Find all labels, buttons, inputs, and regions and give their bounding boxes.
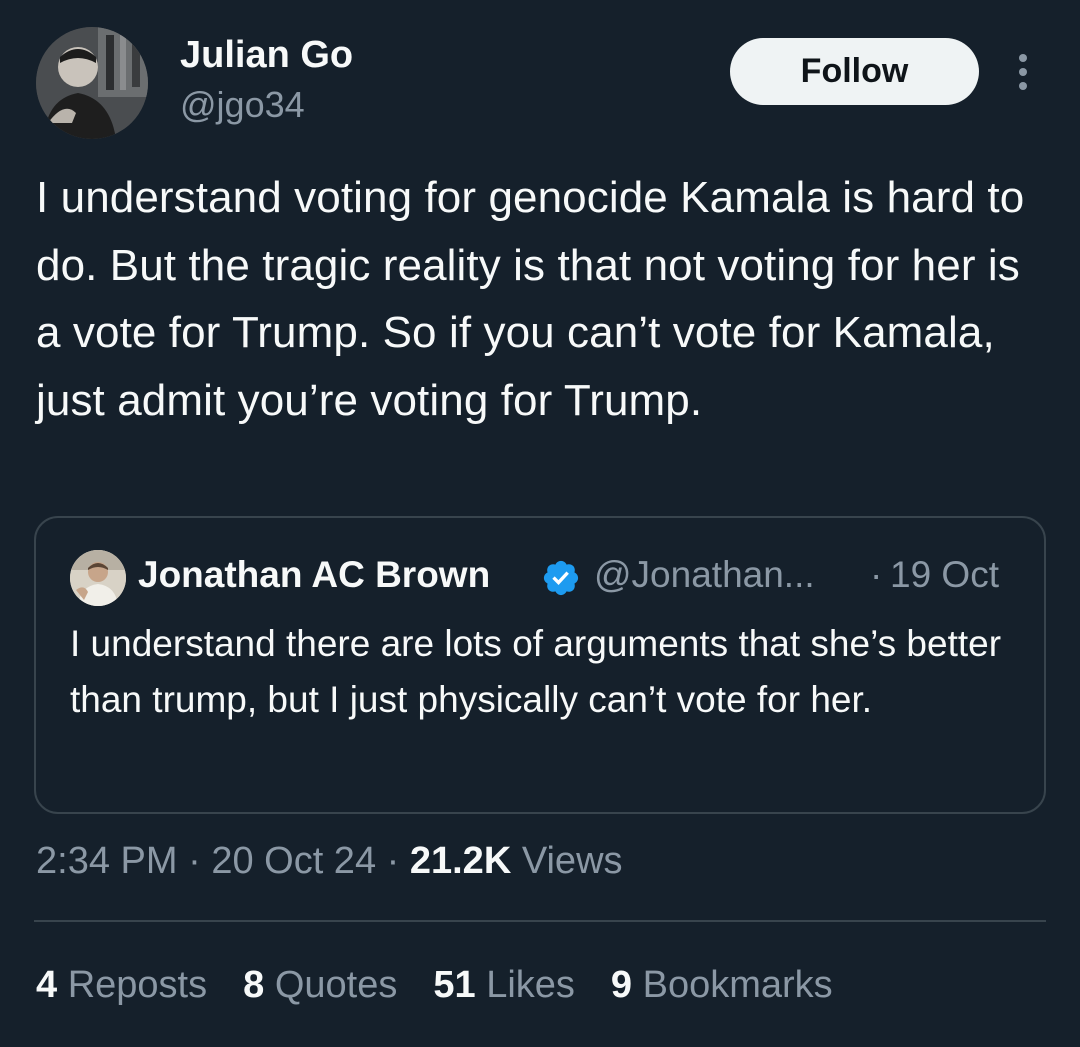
quote-separator: · (870, 554, 883, 595)
divider (34, 920, 1046, 922)
author-avatar-image (36, 27, 148, 139)
author-name[interactable]: Julian Go (180, 34, 353, 77)
quoted-tweet-text: I understand there are lots of arguments… (70, 623, 1002, 720)
meta-separator: · (386, 840, 410, 882)
reposts-label: Reposts (67, 964, 208, 1006)
quotes-label: Quotes (274, 964, 398, 1006)
quoted-tweet-date[interactable]: 19 Oct (890, 554, 999, 596)
views-label: Views (521, 840, 623, 882)
reposts-count: 4 (36, 964, 58, 1006)
quotes-stat[interactable]: 8 Quotes (243, 964, 397, 1007)
bookmarks-count: 9 (610, 964, 633, 1006)
author-handle[interactable]: @jgo34 (180, 84, 305, 126)
quoted-author-name[interactable]: Jonathan AC Brown (138, 554, 490, 596)
reposts-stat[interactable]: 4 Reposts (36, 964, 207, 1007)
tweet-meta: 2:34 PM · 20 Oct 24 · 21.2K Views (36, 840, 623, 883)
more-vertical-icon[interactable] (1010, 50, 1036, 94)
meta-separator: · (188, 840, 212, 882)
bookmarks-stat[interactable]: 9 Bookmarks (611, 964, 833, 1007)
tweet-time[interactable]: 2:34 PM (36, 840, 178, 882)
bookmarks-label: Bookmarks (642, 964, 833, 1006)
quotes-count: 8 (243, 964, 265, 1006)
likes-stat[interactable]: 51 Likes (433, 964, 575, 1007)
likes-count: 51 (433, 964, 476, 1006)
author-avatar[interactable] (36, 27, 148, 139)
quoted-author-avatar[interactable] (70, 550, 126, 606)
engagement-stats: 4 Reposts 8 Quotes 51 Likes 9 Bookmarks (36, 964, 869, 1007)
tweet-text: I understand voting for genocide Kamala … (36, 173, 1025, 425)
tweet: Julian Go @jgo34 Follow I understand vot… (0, 0, 1080, 1047)
verified-badge-icon (541, 558, 581, 598)
quoted-tweet-card[interactable]: Jonathan AC Brown @Jonathan... · 19 Oct … (34, 516, 1046, 814)
views-count: 21.2K (409, 840, 512, 882)
tweet-date[interactable]: 20 Oct 24 (211, 840, 376, 882)
likes-label: Likes (486, 964, 575, 1006)
quoted-author-handle[interactable]: @Jonathan... (594, 554, 815, 596)
quoted-author-avatar-image (70, 550, 126, 606)
follow-button[interactable]: Follow (730, 38, 979, 105)
